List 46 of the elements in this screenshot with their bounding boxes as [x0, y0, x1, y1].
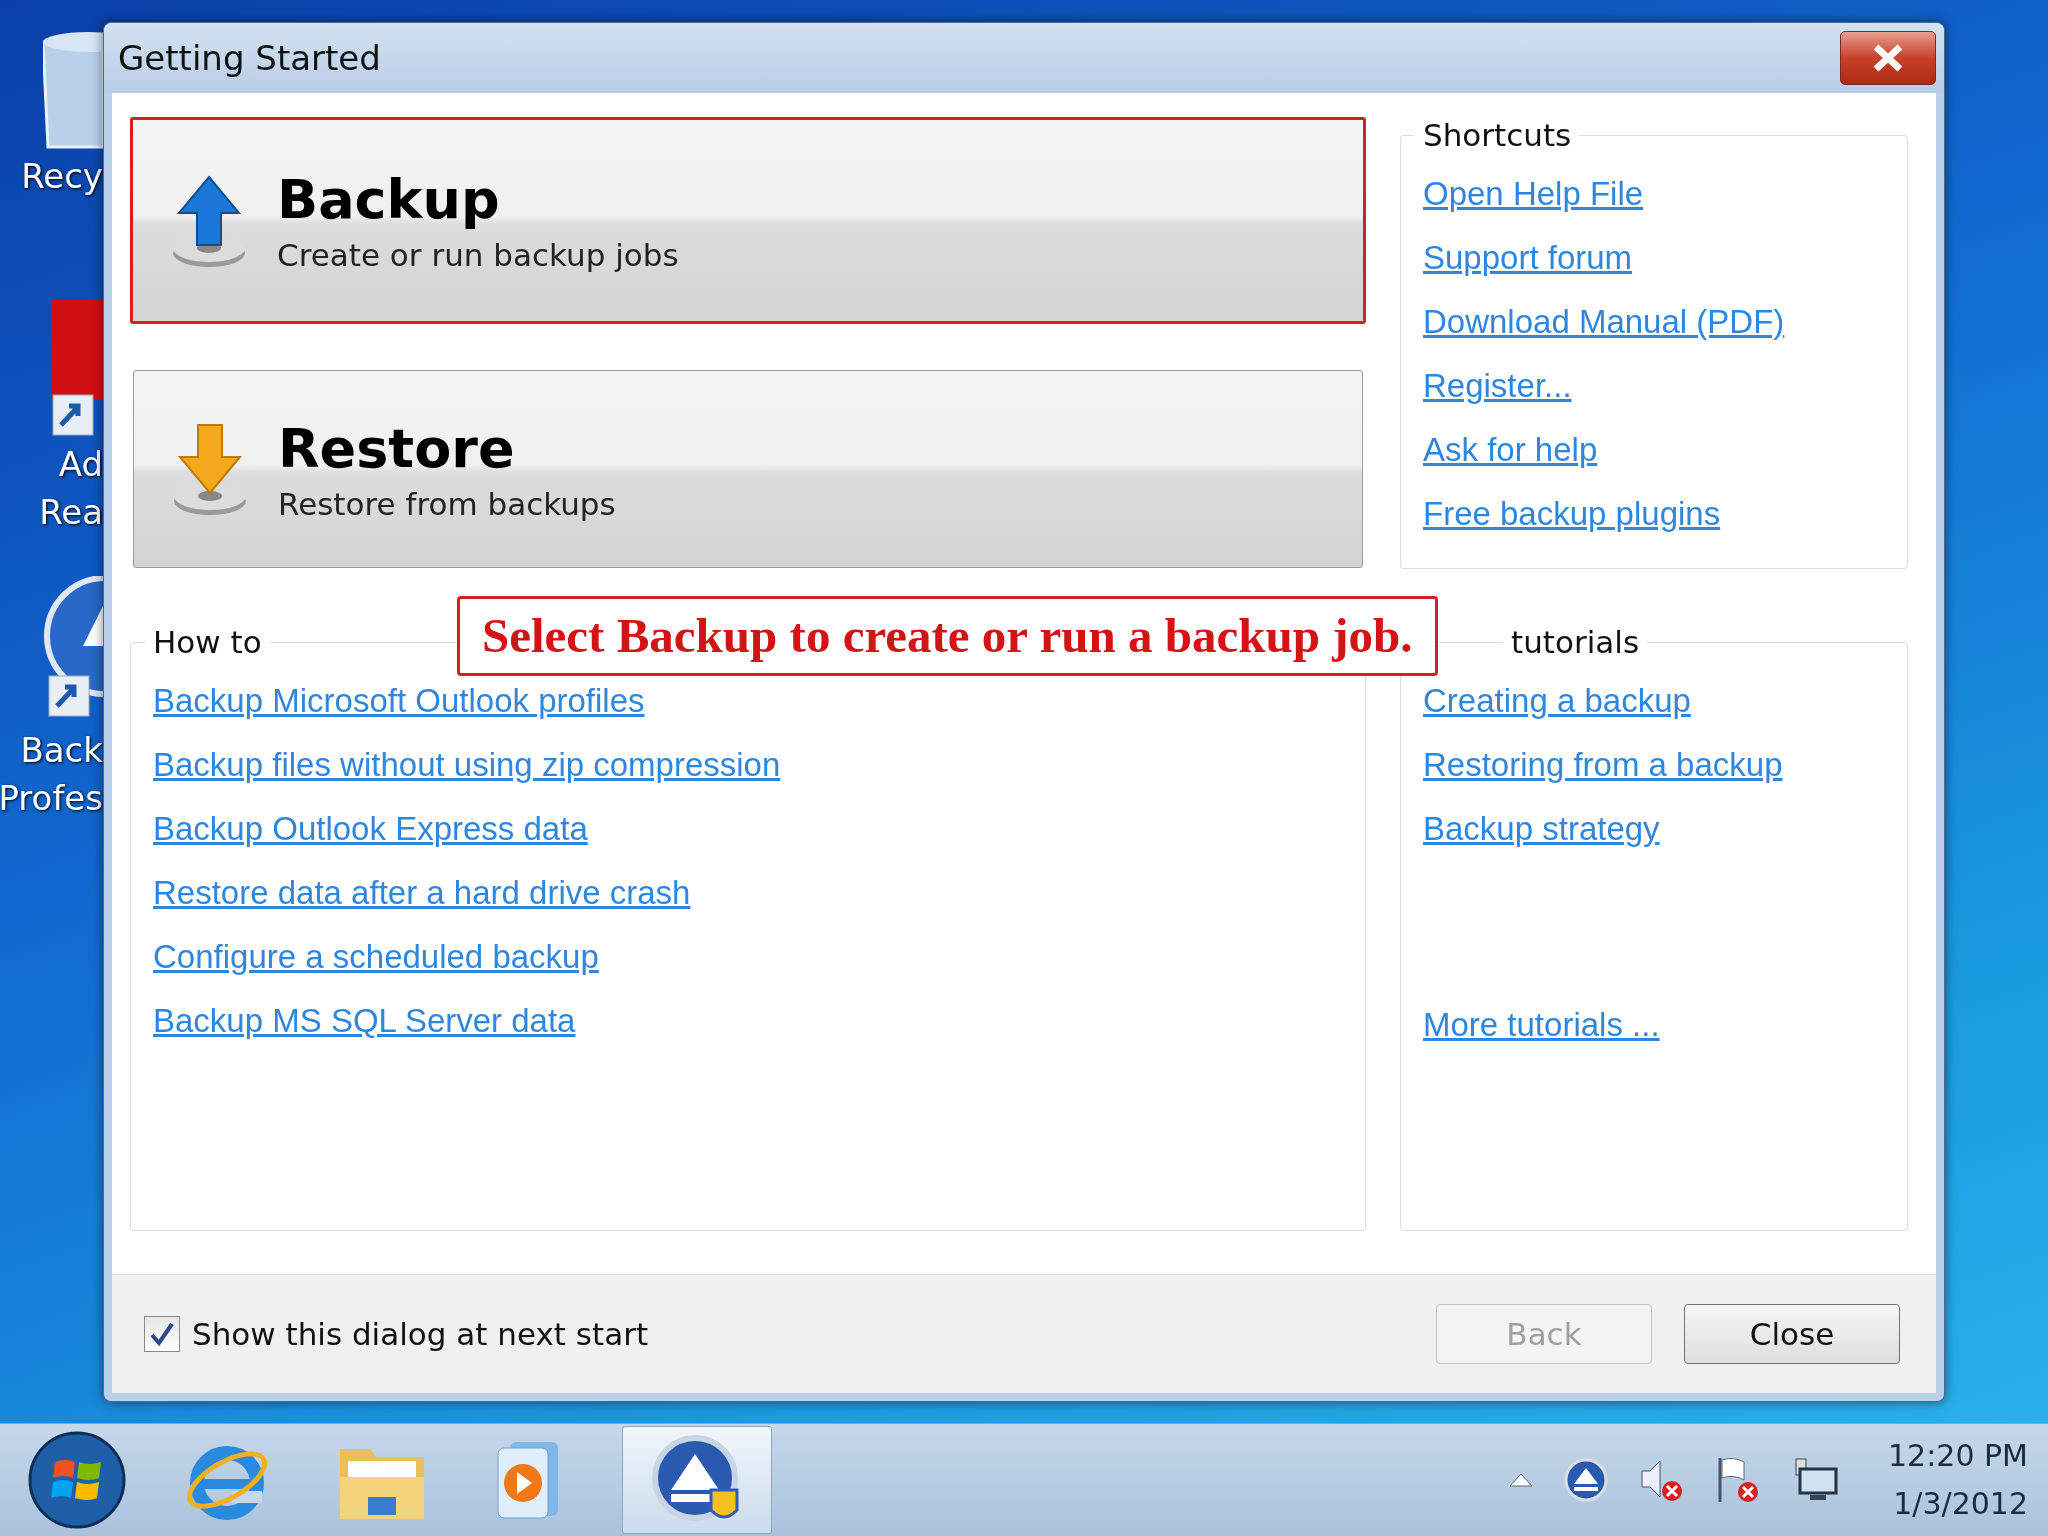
action-title: Restore [278, 416, 516, 480]
backup-tray-icon [1564, 1458, 1609, 1502]
tray-button[interactable] [1564, 1458, 1609, 1502]
shortcut-link[interactable]: Open Help File [1423, 173, 1644, 215]
checkmark-icon [149, 1321, 175, 1347]
group-title: tutorials [1510, 624, 1641, 660]
desktop-icon-label[interactable]: Rea [39, 488, 103, 536]
window-title: Getting Started [118, 38, 381, 78]
how-to-link[interactable]: Backup Outlook Express data [153, 808, 588, 850]
shortcut-link[interactable]: Ask for help [1423, 429, 1598, 471]
clock-time[interactable]: 12:20 PM [1888, 1432, 2028, 1480]
windows-logo-icon [27, 1430, 127, 1530]
show-hidden-icons-icon [1508, 1472, 1535, 1488]
dialog-button[interactable]: Close [1684, 1304, 1900, 1364]
how-to-link[interactable]: Backup files without using zip compression [153, 744, 781, 786]
desktop-icon-label[interactable]: Back [20, 726, 103, 774]
close-icon [1872, 44, 1904, 72]
close-button[interactable] [1840, 31, 1936, 85]
action-subtitle: Restore from backups [278, 485, 616, 522]
hint-tooltip: Select Backup to create or run a backup job. [457, 596, 1438, 676]
shortcut-link[interactable]: Download Manual (PDF) [1423, 301, 1785, 343]
tutorial-link[interactable]: Restoring from a backup [1423, 744, 1783, 786]
more-tutorials-link[interactable]: More tutorials ... [1423, 1004, 1660, 1046]
checkbox[interactable] [144, 1316, 180, 1352]
tutorial-link[interactable]: Backup strategy [1423, 808, 1660, 850]
taskbar-button[interactable] [622, 1426, 772, 1534]
desktop-icon-label[interactable]: Recy [21, 152, 103, 200]
shortcut-link[interactable]: Free backup plugins [1423, 493, 1721, 535]
desktop-icon-label[interactable]: Ad [58, 440, 103, 488]
how-to-link[interactable]: Restore data after a hard drive crash [153, 872, 691, 914]
action-subtitle: Create or run backup jobs [277, 237, 679, 273]
how-to-link[interactable]: Backup MS SQL Server data [153, 1000, 576, 1042]
shortcut-link[interactable]: Support forum [1423, 237, 1633, 279]
action-title: Backup [277, 168, 501, 231]
desktop-icon-label[interactable]: Profes [0, 774, 103, 822]
clock-date[interactable]: 1/3/2012 [1893, 1480, 2028, 1528]
how-to-link[interactable]: Configure a scheduled backup [153, 936, 599, 978]
group-title: Shortcuts [1422, 117, 1573, 153]
group-title: How to [152, 624, 263, 660]
how-to-link[interactable]: Backup Microsoft Outlook profiles [153, 680, 645, 722]
tray-button[interactable] [1508, 1472, 1535, 1488]
action-button[interactable]: Restore Restore from backups [133, 370, 1363, 568]
action-button[interactable]: Backup Create or run backup jobs [130, 117, 1366, 324]
tutorial-link[interactable]: Creating a backup [1423, 680, 1691, 722]
shortcut-link[interactable]: Register... [1423, 365, 1572, 407]
checkbox-label: Show this dialog at next start [192, 1316, 649, 1352]
